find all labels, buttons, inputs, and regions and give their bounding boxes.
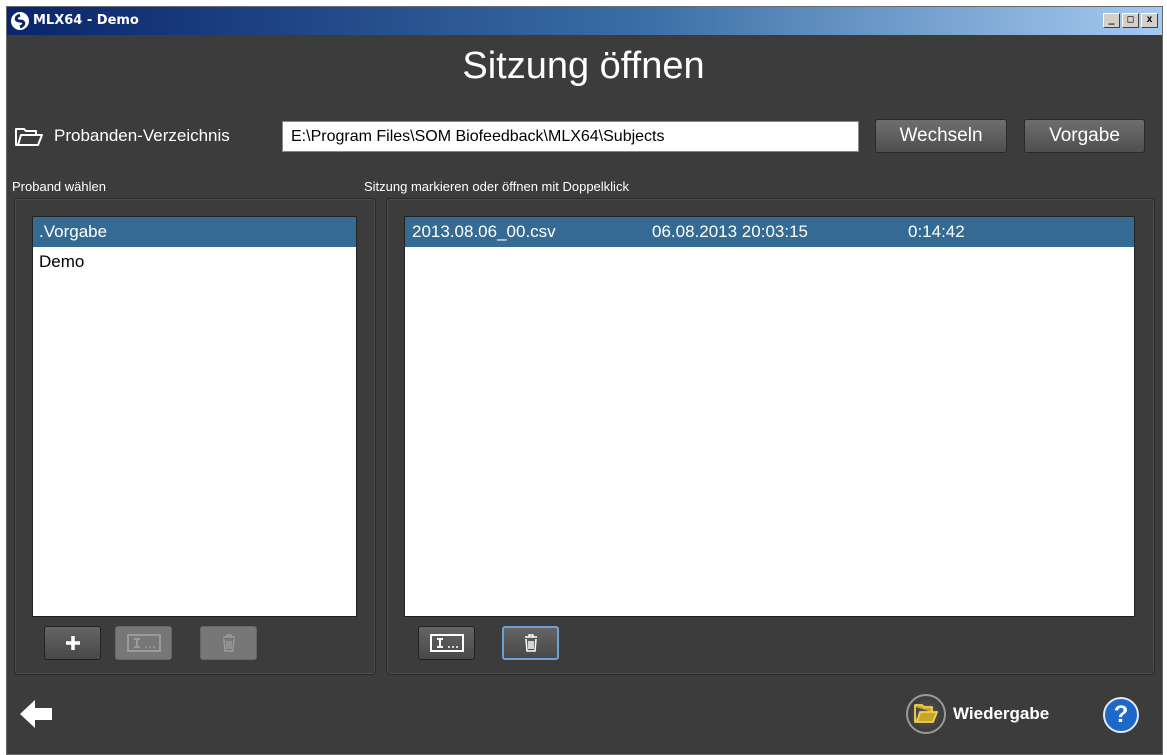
rename-icon xyxy=(126,634,161,652)
trash-icon xyxy=(222,634,235,652)
sessions-panel: 2013.08.06_00.csv 06.08.2013 20:03:15 0:… xyxy=(386,198,1155,675)
subjects-section-label: Proband wählen xyxy=(12,179,106,194)
minimize-button[interactable]: _ xyxy=(1103,13,1120,28)
session-date: 06.08.2013 20:03:15 xyxy=(652,222,808,241)
arrow-left-icon xyxy=(20,700,52,728)
plus-icon xyxy=(65,636,80,650)
add-subject-button[interactable] xyxy=(44,626,101,660)
trash-icon xyxy=(524,634,537,652)
directory-row: Probanden-Verzeichnis Wechseln Vorgabe xyxy=(14,118,1149,153)
playback-label: Wiedergabe xyxy=(953,704,1050,723)
sessions-list[interactable]: 2013.08.06_00.csv 06.08.2013 20:03:15 0:… xyxy=(404,216,1135,617)
subjects-panel: .Vorgabe Demo xyxy=(14,198,376,675)
delete-session-button[interactable] xyxy=(502,626,559,660)
back-button[interactable] xyxy=(18,696,54,737)
sessions-section-label: Sitzung markieren oder öffnen mit Doppel… xyxy=(364,179,629,194)
maximize-button[interactable]: □ xyxy=(1122,13,1139,28)
page-title: Sitzung öffnen xyxy=(462,45,705,87)
subject-name: Demo xyxy=(39,252,85,271)
default-directory-button[interactable]: Vorgabe xyxy=(1024,119,1145,153)
window-title: MLX64 - Demo xyxy=(33,13,139,28)
folder-icon xyxy=(906,694,946,734)
table-row[interactable]: 2013.08.06_00.csv 06.08.2013 20:03:15 0:… xyxy=(405,217,1134,247)
list-item[interactable]: Demo xyxy=(33,247,356,277)
session-file: 2013.08.06_00.csv xyxy=(412,222,556,241)
rename-icon xyxy=(429,634,464,652)
folder-icon xyxy=(14,127,44,152)
app-logo-icon xyxy=(11,12,29,30)
session-duration: 0:14:42 xyxy=(908,222,965,241)
directory-label: Probanden-Verzeichnis xyxy=(54,126,230,145)
subjects-list[interactable]: .Vorgabe Demo xyxy=(32,216,357,617)
help-button[interactable]: ? xyxy=(1103,697,1139,733)
change-directory-button[interactable]: Wechseln xyxy=(875,119,1007,153)
rename-subject-button[interactable] xyxy=(115,626,172,660)
delete-subject-button[interactable] xyxy=(200,626,257,660)
playback-button[interactable]: Wiedergabe xyxy=(906,694,1091,736)
list-item[interactable]: .Vorgabe xyxy=(33,217,356,247)
close-button[interactable]: x xyxy=(1141,13,1158,28)
directory-path-input[interactable] xyxy=(282,121,859,152)
title-bar[interactable]: MLX64 - Demo _ □ x xyxy=(7,7,1162,35)
subject-name: .Vorgabe xyxy=(39,222,108,241)
rename-session-button[interactable] xyxy=(418,626,475,660)
